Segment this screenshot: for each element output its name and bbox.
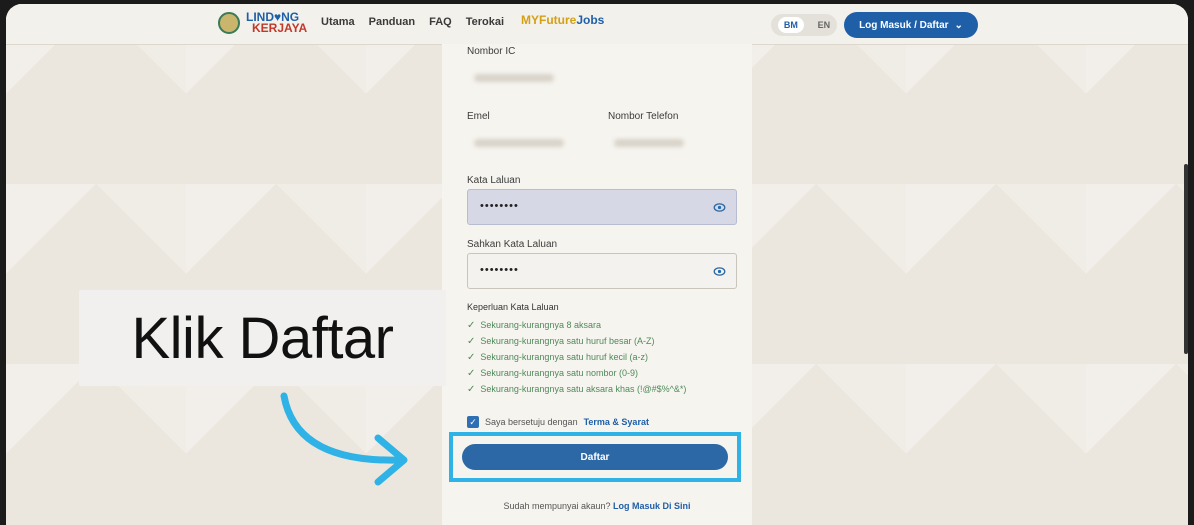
confirm-password-field[interactable]: •••••••• xyxy=(467,253,737,289)
chevron-down-icon: ⌄ xyxy=(954,19,963,31)
nav-link-panduan[interactable]: Panduan xyxy=(369,16,415,28)
site-logo[interactable]: LIND♥NG KERJAYA xyxy=(218,11,308,35)
phone-label: Nombor Telefon xyxy=(608,111,679,122)
top-navigation: LIND♥NG KERJAYA Utama Panduan FAQ Teroka… xyxy=(6,4,1188,45)
daftar-button[interactable]: Daftar xyxy=(462,444,728,470)
password-requirements-title: Keperluan Kata Laluan xyxy=(467,302,559,312)
eye-icon[interactable] xyxy=(713,201,726,214)
list-item: ✓ Sekurang-kurangnya satu huruf besar (A-… xyxy=(467,335,655,347)
password-field[interactable]: •••••••• xyxy=(467,189,737,225)
terms-agreement: ✓ Saya bersetuju dengan Terma & Syarat xyxy=(467,416,649,428)
submit-highlight-box: Daftar xyxy=(449,432,741,482)
password-value: •••••••• xyxy=(480,200,519,212)
password-label: Kata Laluan xyxy=(467,175,521,186)
eye-icon[interactable] xyxy=(713,265,726,278)
ic-value-blurred xyxy=(474,74,554,82)
language-toggle: BM EN xyxy=(771,14,837,36)
instruction-callout: Klik Daftar xyxy=(79,290,446,386)
nav-links: Utama Panduan FAQ Terokai xyxy=(321,16,504,28)
list-item: ✓ Sekurang-kurangnya satu aksara khas (!@… xyxy=(467,383,687,395)
check-icon: ✓ xyxy=(467,335,476,347)
confirm-password-value: •••••••• xyxy=(480,264,519,276)
confirm-password-label: Sahkan Kata Laluan xyxy=(467,239,558,250)
lang-bm[interactable]: BM xyxy=(777,17,804,33)
nav-link-utama[interactable]: Utama xyxy=(321,16,355,28)
password-requirements-list: ✓ Sekurang-kurangnya 8 aksara ✓ Sekurang-k… xyxy=(467,317,686,397)
terms-link[interactable]: Terma & Syarat xyxy=(584,417,649,427)
ic-label: Nombor IC xyxy=(467,46,516,57)
email-value-blurred xyxy=(474,139,564,147)
curved-arrow-icon xyxy=(280,392,408,486)
nav-link-terokai[interactable]: Terokai xyxy=(466,16,504,28)
lang-en[interactable]: EN xyxy=(818,20,831,30)
nav-link-faq[interactable]: FAQ xyxy=(429,16,452,28)
terms-checkbox[interactable]: ✓ xyxy=(467,416,479,428)
myfuturejobs-logo[interactable]: MYFutureJobs xyxy=(521,13,604,27)
scrollbar[interactable] xyxy=(1184,164,1188,354)
check-icon: ✓ xyxy=(467,383,476,395)
email-label: Emel xyxy=(467,111,490,122)
logo-emblem-icon xyxy=(218,12,240,34)
list-item: ✓ Sekurang-kurangnya satu huruf kecil (a-… xyxy=(467,351,648,363)
list-item: ✓ Sekurang-kurangnya 8 aksara xyxy=(467,319,601,331)
login-here-link[interactable]: Log Masuk Di Sini xyxy=(613,501,691,511)
login-register-button[interactable]: Log Masuk / Daftar ⌄ xyxy=(844,12,978,38)
login-prompt: Sudah mempunyai akaun? Log Masuk Di Sini xyxy=(503,501,691,511)
logo-line2: KERJAYA xyxy=(252,21,308,35)
check-icon: ✓ xyxy=(467,367,476,379)
list-item: ✓ Sekurang-kurangnya satu nombor (0-9) xyxy=(467,367,638,379)
check-icon: ✓ xyxy=(467,319,476,331)
phone-value-blurred xyxy=(614,139,684,147)
check-icon: ✓ xyxy=(467,351,476,363)
